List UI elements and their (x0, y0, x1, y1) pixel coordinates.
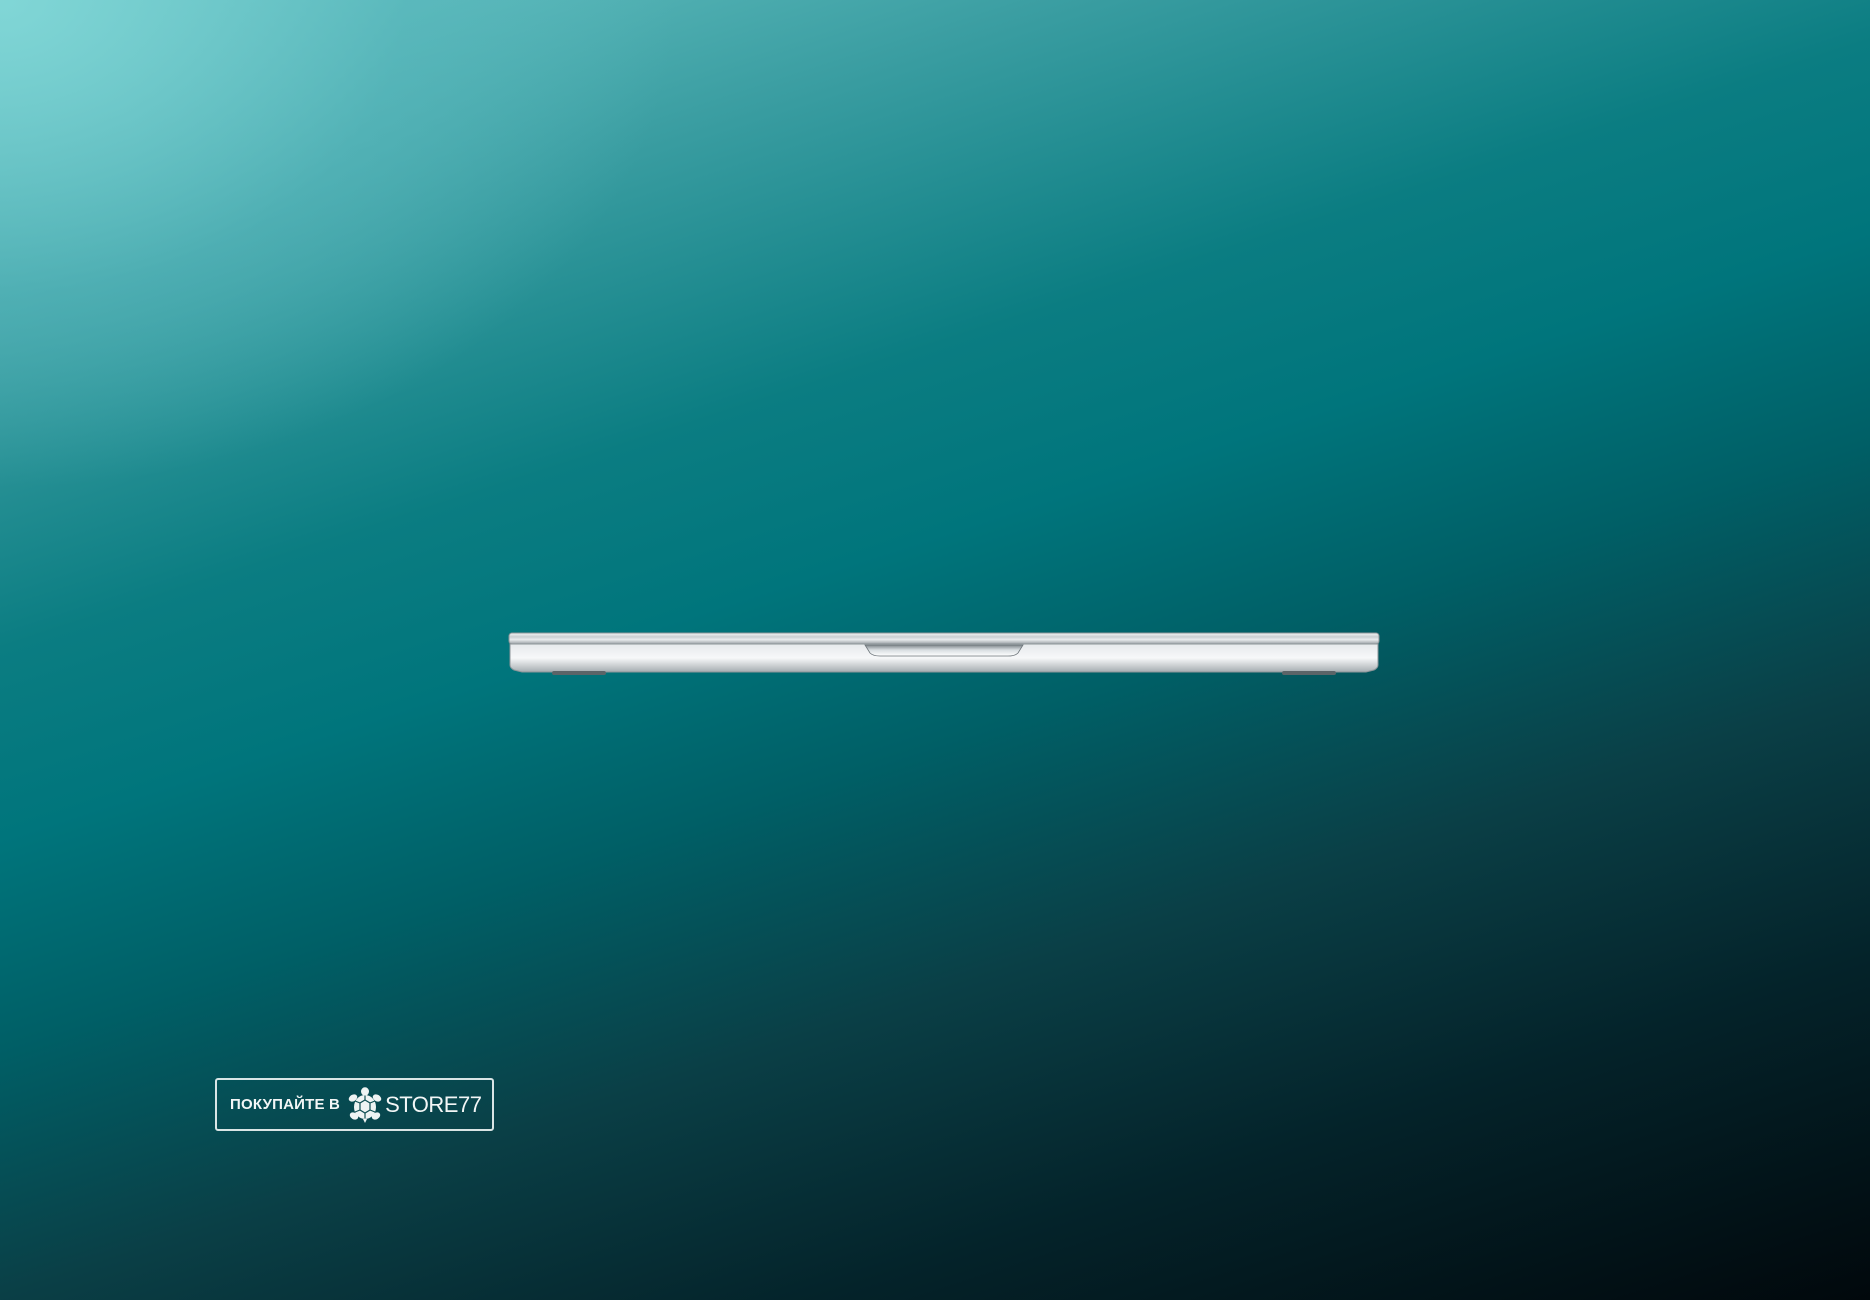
store-badge[interactable]: ПОКУПАЙТЕ В STORE77 (215, 1078, 494, 1131)
badge-brand-name: STORE77 (385, 1091, 482, 1117)
badge-prefix-text: ПОКУПАЙТЕ В (230, 1096, 341, 1113)
laptop-illustration (508, 632, 1380, 675)
laptop-image (508, 632, 1380, 677)
product-banner: { "product": { "image": "closed-laptop-f… (0, 0, 1870, 1300)
turtle-logo-icon (348, 1086, 382, 1123)
